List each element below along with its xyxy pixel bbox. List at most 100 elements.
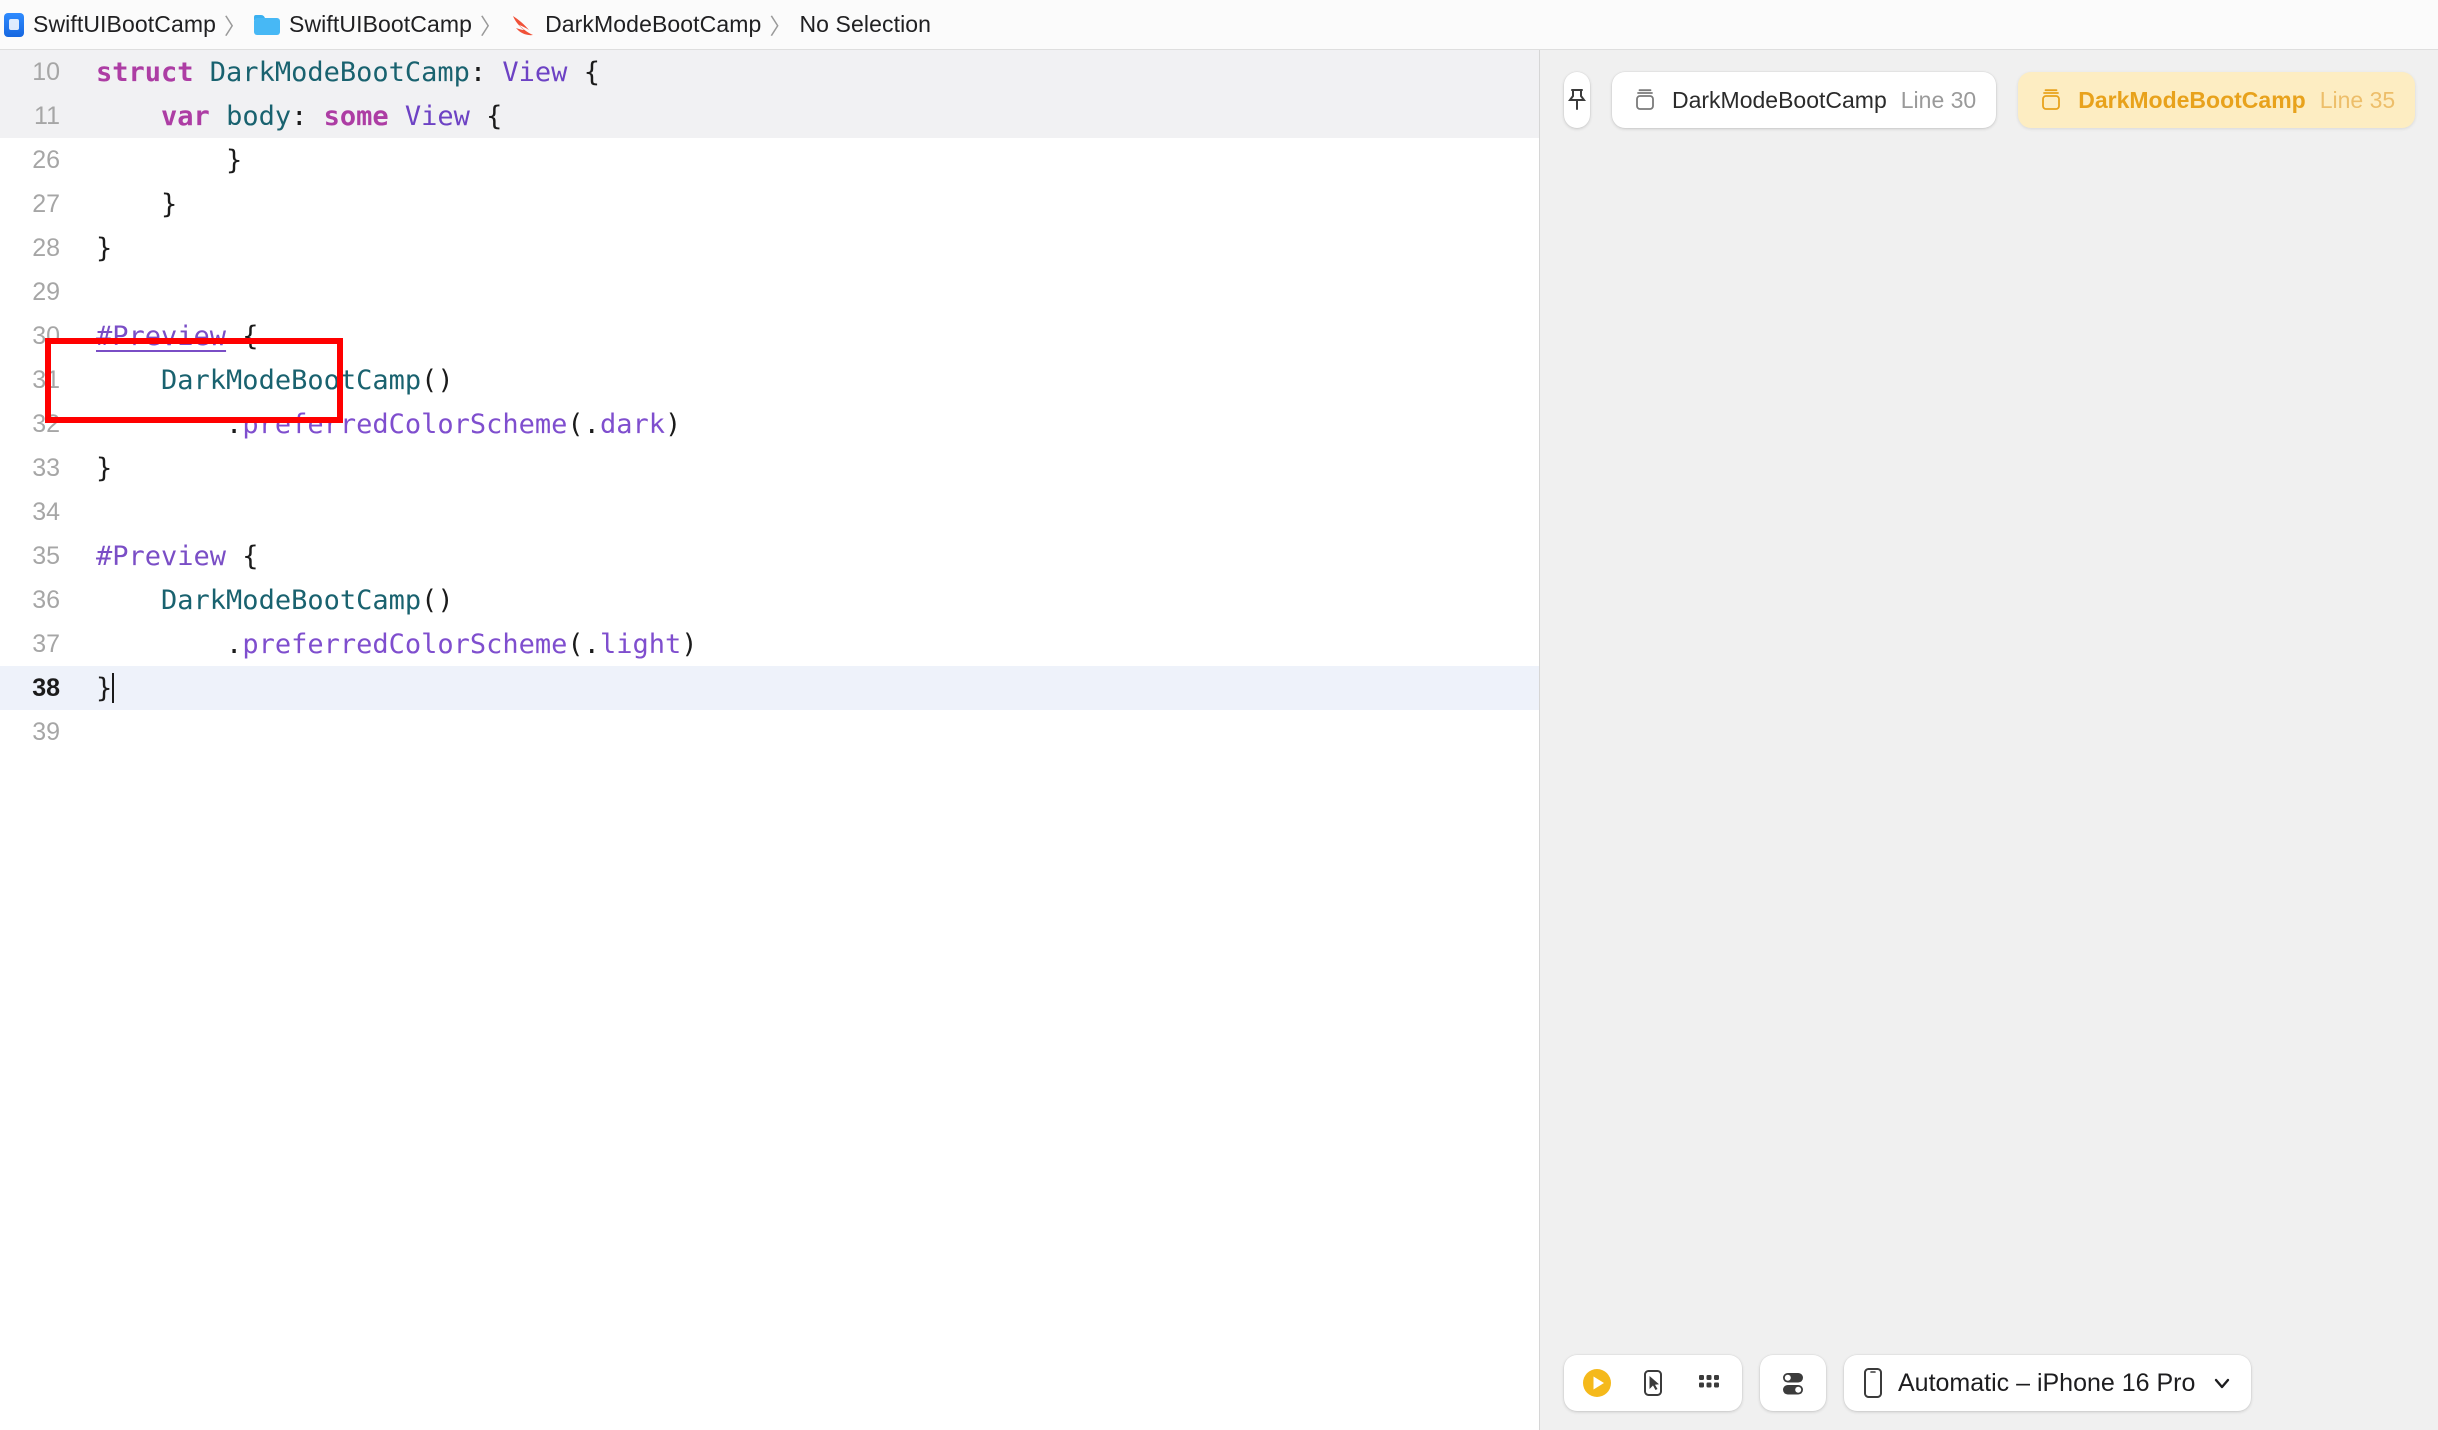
play-preview-button[interactable] bbox=[1580, 1366, 1614, 1400]
code-text: #Preview { bbox=[78, 321, 259, 352]
breadcrumb-separator: 〉 bbox=[769, 13, 792, 39]
breadcrumb-label: No Selection bbox=[799, 11, 932, 37]
code-token: (. bbox=[567, 408, 600, 440]
breadcrumb-item-file[interactable]: DarkModeBootCamp bbox=[504, 11, 767, 38]
code-line-29[interactable]: 29 bbox=[0, 270, 1539, 314]
code-token: { bbox=[226, 320, 259, 352]
breadcrumb-item-group[interactable]: SwiftUIBootCamp bbox=[248, 11, 478, 38]
device-selector[interactable]: Automatic – iPhone 16 Pro bbox=[1844, 1355, 2252, 1411]
iphone-icon bbox=[1864, 1368, 1882, 1398]
device-selector-label: Automatic – iPhone 16 Pro bbox=[1898, 1368, 2196, 1397]
preview-settings-group bbox=[1760, 1355, 1826, 1411]
code-token: } bbox=[96, 232, 113, 264]
code-token: preferredColorScheme bbox=[242, 628, 568, 660]
grid-variants-icon bbox=[1699, 1375, 1719, 1388]
breadcrumb-separator: 〉 bbox=[224, 13, 247, 39]
line-number: 37 bbox=[32, 629, 60, 658]
code-token: : bbox=[291, 100, 324, 132]
preview-box-icon bbox=[2042, 89, 2061, 110]
code-token: DarkModeBootCamp bbox=[161, 364, 422, 396]
code-line-38[interactable]: 38} bbox=[0, 666, 1539, 710]
pin-preview-button[interactable] bbox=[1564, 72, 1590, 128]
code-line-28[interactable]: 28} bbox=[0, 226, 1539, 270]
editor-preview-split: 10 struct DarkModeBootCamp: View { 11 var … bbox=[0, 50, 2438, 1430]
code-line-35[interactable]: 35 #Preview { bbox=[0, 534, 1539, 578]
line-number: 36 bbox=[32, 585, 60, 614]
code-token: light bbox=[599, 628, 682, 660]
code-token: } bbox=[96, 144, 243, 176]
preview-settings-button[interactable] bbox=[1776, 1366, 1810, 1400]
line-number: 39 bbox=[32, 717, 60, 746]
line-number: 10 bbox=[32, 57, 60, 86]
preview-canvas: DarkModeBootCamp Line 30 DarkModeBootCam… bbox=[1540, 50, 2438, 1430]
code-line-27[interactable]: 27 } bbox=[0, 182, 1539, 226]
breadcrumb-label: DarkModeBootCamp bbox=[545, 11, 762, 37]
code-text: .preferredColorScheme(.light) bbox=[78, 629, 697, 660]
code-line-31[interactable]: 31 DarkModeBootCamp() bbox=[0, 358, 1539, 402]
xcodeproj-icon bbox=[4, 12, 24, 37]
code-lines: 10 struct DarkModeBootCamp: View { 11 var … bbox=[0, 50, 1539, 754]
code-text: } bbox=[78, 189, 177, 220]
code-token: . bbox=[96, 628, 243, 660]
pointer-select-icon bbox=[1644, 1370, 1662, 1396]
code-token: { bbox=[567, 56, 600, 88]
code-line-34[interactable]: 34 bbox=[0, 490, 1539, 534]
code-text: } bbox=[78, 453, 112, 484]
preview-badge-name: DarkModeBootCamp bbox=[2078, 86, 2306, 113]
code-text: } bbox=[78, 145, 242, 176]
canvas-body[interactable]: Dark Mode Bootcamp This text is PRIMARY … bbox=[1540, 150, 2438, 1430]
line-number: 34 bbox=[32, 497, 60, 526]
code-text: } bbox=[78, 233, 112, 264]
chevron-down-icon bbox=[2215, 1378, 2230, 1389]
code-text: #Preview { bbox=[78, 541, 259, 572]
line-number: 29 bbox=[32, 277, 60, 306]
code-token: ) bbox=[681, 628, 698, 660]
code-token: () bbox=[421, 584, 454, 616]
code-text: } bbox=[78, 672, 115, 704]
preview-badge-name: DarkModeBootCamp bbox=[1672, 86, 1887, 113]
preview-badge-line-30[interactable]: DarkModeBootCamp Line 30 bbox=[1612, 72, 1997, 128]
code-text: struct DarkModeBootCamp: View { bbox=[78, 57, 600, 88]
code-line-36[interactable]: 36 DarkModeBootCamp() bbox=[0, 578, 1539, 622]
code-line-30[interactable]: 30 #Preview { bbox=[0, 314, 1539, 358]
code-token: (. bbox=[567, 628, 600, 660]
line-number: 28 bbox=[32, 233, 60, 262]
toggles-icon bbox=[1783, 1373, 1803, 1395]
code-token: #Preview bbox=[96, 540, 227, 572]
code-token: DarkModeBootCamp bbox=[209, 56, 470, 88]
code-line-32[interactable]: 32 .preferredColorScheme(.dark) bbox=[0, 402, 1539, 446]
preview-badge-line-35[interactable]: DarkModeBootCamp Line 35 bbox=[2018, 72, 2416, 128]
preview-badge-line: Line 30 bbox=[1900, 86, 1977, 113]
variants-button[interactable] bbox=[1692, 1366, 1726, 1400]
code-token: body bbox=[226, 100, 292, 132]
code-text: .preferredColorScheme(.dark) bbox=[78, 409, 681, 440]
code-line-37[interactable]: 37 .preferredColorScheme(.light) bbox=[0, 622, 1539, 666]
preview-bottom-toolbar: Automatic – iPhone 16 Pro bbox=[1540, 1336, 2438, 1430]
code-token: } bbox=[96, 672, 113, 704]
line-number: 32 bbox=[32, 409, 60, 438]
code-token: View bbox=[404, 100, 470, 132]
source-editor[interactable]: 10 struct DarkModeBootCamp: View { 11 var … bbox=[0, 50, 1540, 1430]
code-token: ) bbox=[664, 408, 682, 440]
code-token: . bbox=[96, 408, 243, 440]
line-number: 31 bbox=[32, 365, 60, 394]
xcode-window: SwiftUIBootCamp 〉 SwiftUIBootCamp 〉 Dark… bbox=[0, 0, 2438, 1430]
line-number: 38 bbox=[32, 673, 60, 702]
code-line-33[interactable]: 33} bbox=[0, 446, 1539, 490]
code-line-10[interactable]: 10 struct DarkModeBootCamp: View { bbox=[0, 50, 1539, 94]
breadcrumb-item-selection[interactable]: No Selection bbox=[793, 11, 937, 38]
code-line-11[interactable]: 11 var body: some View { bbox=[0, 94, 1539, 138]
select-mode-button[interactable] bbox=[1636, 1366, 1670, 1400]
code-token: } bbox=[96, 452, 113, 484]
breadcrumb-item-project[interactable]: SwiftUIBootCamp bbox=[4, 11, 222, 38]
code-token: : bbox=[469, 56, 503, 88]
line-number: 35 bbox=[32, 541, 60, 570]
pin-icon bbox=[1568, 89, 1586, 110]
code-token: View bbox=[502, 56, 568, 88]
folder-icon bbox=[254, 14, 281, 35]
code-line-39[interactable]: 39 bbox=[0, 710, 1539, 754]
code-line-26[interactable]: 26 } bbox=[0, 138, 1539, 182]
preview-mode-group bbox=[1564, 1355, 1742, 1411]
